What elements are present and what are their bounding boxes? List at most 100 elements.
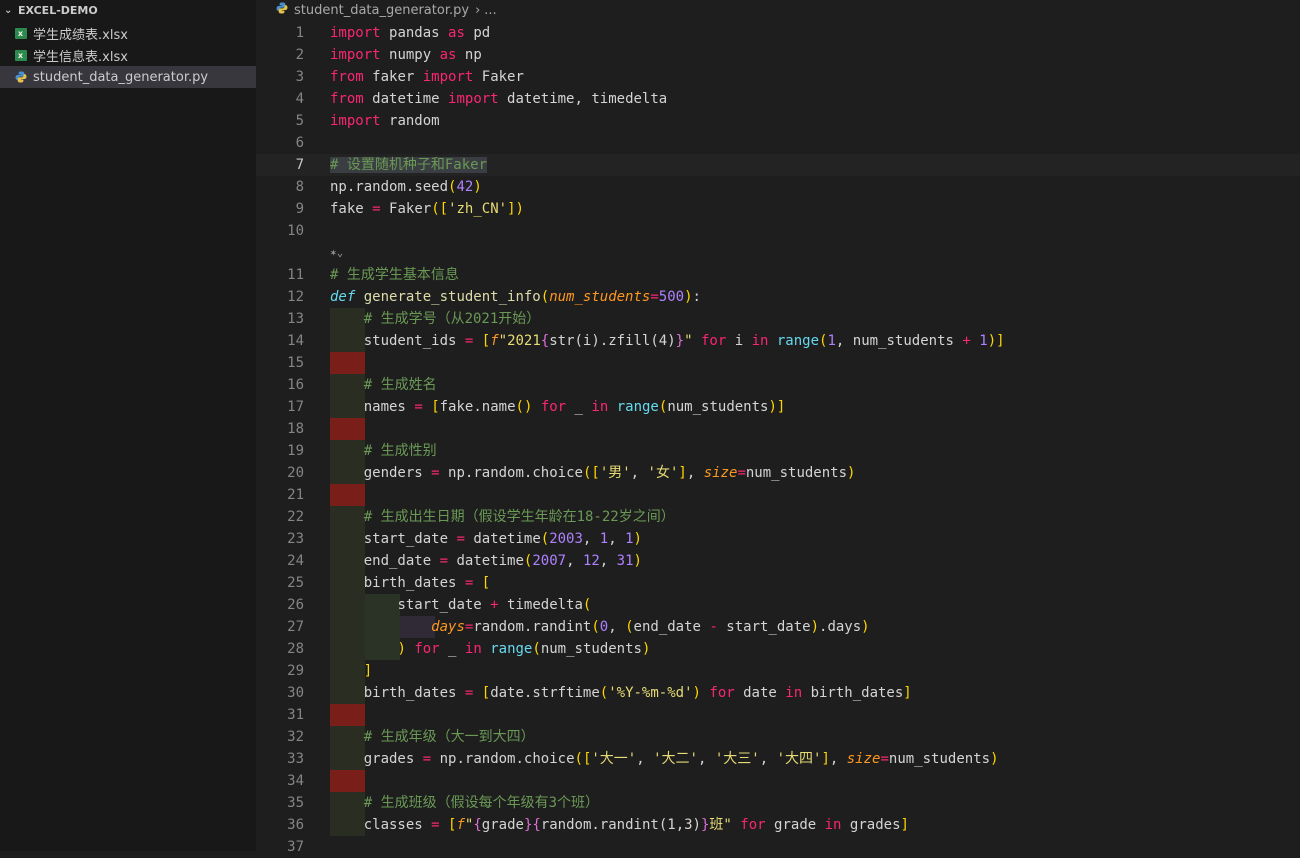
breadcrumb-file[interactable]: student_data_generator.py [294,0,469,22]
code-line[interactable]: 16 # 生成姓名 [256,374,1300,396]
code-text: import numpy as np [330,47,482,63]
line-number: 22 [287,509,304,525]
code-line[interactable]: 37 [256,836,1300,858]
sparkle-icon[interactable]: ✶⌄ [330,242,343,264]
code-text: # 生成姓名 [363,377,437,393]
code-text: grades = np.random.choice(['大一', '大二', '… [363,751,999,767]
code-line[interactable]: 28 ) for _ in range(num_students) [256,638,1300,660]
chevron-down-icon: ⌄ [4,5,13,16]
code-line[interactable]: 24 end_date = datetime(2007, 12, 31) [256,550,1300,572]
code-line[interactable]: 29 ] [256,660,1300,682]
whitespace-error-marker [330,704,365,726]
code-text: days=random.randint(0, (end_date - start… [431,619,870,635]
whitespace-error-marker [330,418,365,440]
code-line[interactable]: 12 def generate_student_info(num_students… [256,286,1300,308]
excel-file-icon: x [14,27,27,40]
code-text: # 生成学生基本信息 [330,267,459,283]
breadcrumb-symbol[interactable]: ... [484,0,496,22]
line-number: 27 [287,619,304,635]
code-line[interactable]: 18 [256,418,1300,440]
code-line[interactable]: 13 # 生成学号（从2021开始） [256,308,1300,330]
code-line[interactable]: 33 grades = np.random.choice(['大一', '大二'… [256,748,1300,770]
whitespace-error-marker [330,770,365,792]
code-text: ) for _ in range(num_students) [397,641,651,657]
code-editor[interactable]: student_data_generator.py › ... 1 import … [256,0,1300,855]
code-line[interactable]: 26 start_date + timedelta( [256,594,1300,616]
code-line[interactable]: 2 import numpy as np [256,44,1300,66]
code-area[interactable]: 1 import pandas as pd 2 import numpy as np 3… [256,22,1300,858]
codelens[interactable]: ✶⌄ [256,242,1300,264]
code-text: birth_dates = [ [363,575,491,591]
code-line[interactable]: 9 fake = Faker(['zh_CN']) [256,198,1300,220]
file-item-label: student_data_generator.py [33,69,209,85]
line-number: 8 [295,179,304,195]
code-text: from faker import Faker [330,69,524,85]
code-line[interactable]: 17 names = [fake.name() for _ in range(n… [256,396,1300,418]
code-text: names = [fake.name() for _ in range(num_… [363,399,786,415]
line-number: 35 [287,795,304,811]
code-line[interactable]: 3 from faker import Faker [256,66,1300,88]
code-line[interactable]: 14 student_ids = [f"2021{str(i).zfill(4)… [256,330,1300,352]
file-item-generator-py[interactable]: student_data_generator.py [0,66,256,88]
line-number: 16 [287,377,304,393]
code-line[interactable]: 32 # 生成年级（大一到大四） [256,726,1300,748]
line-number: 9 [295,201,304,217]
line-number: 26 [287,597,304,613]
code-line[interactable]: 21 [256,484,1300,506]
line-number: 17 [287,399,304,415]
code-line[interactable]: 1 import pandas as pd [256,22,1300,44]
code-line[interactable]: 20 genders = np.random.choice(['男', '女']… [256,462,1300,484]
code-line[interactable]: 22 # 生成出生日期（假设学生年龄在18-22岁之间） [256,506,1300,528]
code-line[interactable]: 25 birth_dates = [ [256,572,1300,594]
code-line[interactable]: 7 # 设置随机种子和Faker [256,154,1300,176]
line-number: 20 [287,465,304,481]
code-line[interactable]: 10 [256,220,1300,242]
code-line[interactable]: 27 days=random.randint(0, (end_date - st… [256,616,1300,638]
code-line[interactable]: 4 from datetime import datetime, timedelt… [256,88,1300,110]
code-text: genders = np.random.choice(['男', '女'], s… [363,465,856,481]
line-number: 36 [287,817,304,833]
code-line[interactable]: 30 birth_dates = [date.strftime('%Y-%m-%… [256,682,1300,704]
code-line[interactable]: 36 classes = [f"{grade}{random.randint(1… [256,814,1300,836]
code-text: # 生成学号（从2021开始） [363,311,541,327]
line-number: 37 [287,839,304,855]
line-number: 19 [287,443,304,459]
file-item-label: 学生成绩表.xlsx [33,27,128,43]
whitespace-error-marker [330,484,365,506]
line-number: 34 [287,773,304,789]
breadcrumb: student_data_generator.py › ... [256,0,1300,22]
code-line[interactable]: 6 [256,132,1300,154]
file-item-info-xlsx[interactable]: x 学生信息表.xlsx [0,44,256,66]
line-number: 30 [287,685,304,701]
code-line[interactable]: 23 start_date = datetime(2003, 1, 1) [256,528,1300,550]
python-file-icon [14,71,27,84]
code-text: from datetime import datetime, timedelta [330,91,668,107]
python-file-icon [276,0,288,22]
whitespace-error-marker [330,352,365,374]
code-line[interactable]: 11 # 生成学生基本信息 [256,264,1300,286]
code-line[interactable]: 35 # 生成班级（假设每个年级有3个班） [256,792,1300,814]
line-number: 33 [287,751,304,767]
code-text: start_date + timedelta( [397,597,592,613]
code-text: np.random.seed(42) [330,179,482,195]
code-line[interactable]: 15 [256,352,1300,374]
code-text: # 生成出生日期（假设学生年龄在18-22岁之间） [363,509,675,525]
file-item-label: 学生信息表.xlsx [33,49,128,65]
explorer-sidebar: ⌄ EXCEL-DEMO x 学生成绩表.xlsx x 学生信息表.xlsx s… [0,0,256,851]
code-text: classes = [f"{grade}{random.randint(1,3)… [363,817,909,833]
code-line[interactable]: 19 # 生成性别 [256,440,1300,462]
code-line[interactable]: 8 np.random.seed(42) [256,176,1300,198]
code-text: # 生成年级（大一到大四） [363,729,535,745]
code-text: import random [330,113,440,129]
explorer-section-header[interactable]: ⌄ EXCEL-DEMO [0,0,256,22]
line-number: 31 [287,707,304,723]
code-text: # 生成班级（假设每个年级有3个班） [363,795,600,811]
line-number: 11 [287,267,304,283]
code-line[interactable]: 5 import random [256,110,1300,132]
code-text: # 生成性别 [363,443,437,459]
code-line[interactable]: 34 [256,770,1300,792]
code-line[interactable]: 31 [256,704,1300,726]
code-text: start_date = datetime(2003, 1, 1) [363,531,642,547]
code-text: def generate_student_info(num_students=5… [330,289,701,305]
file-item-scores-xlsx[interactable]: x 学生成绩表.xlsx [0,22,256,44]
